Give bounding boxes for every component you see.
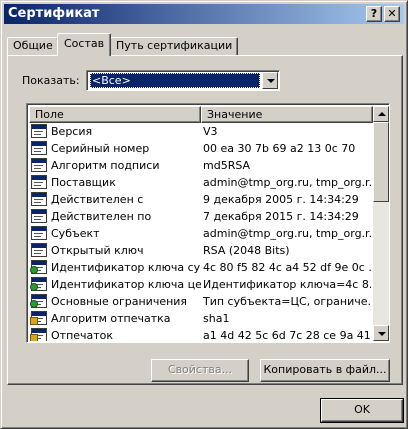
field-name: Алгоритм подписи bbox=[51, 159, 160, 172]
list-item[interactable]: Алгоритм подписи md5RSA bbox=[29, 157, 373, 174]
scroll-up-button[interactable] bbox=[373, 106, 389, 122]
scroll-down-button[interactable] bbox=[373, 325, 389, 341]
list-item[interactable]: Алгоритм отпечатка sha1 bbox=[29, 310, 373, 327]
extension-icon bbox=[30, 260, 47, 274]
field-name: Основные ограничения bbox=[51, 295, 188, 308]
field-name: Действителен по bbox=[51, 210, 152, 223]
copy-to-file-button[interactable]: Копировать в файл... bbox=[260, 359, 390, 382]
ok-button[interactable]: OK bbox=[320, 398, 404, 423]
field-name: Идентификатор ключа су... bbox=[51, 261, 201, 274]
list-rows: Версия V3 Серийный номер 00 ea 30 7b 69 a2 … bbox=[29, 123, 373, 341]
field-icon bbox=[31, 192, 47, 206]
field-value: RSA (2048 Bits) bbox=[203, 244, 290, 257]
title-bar: Сертификат ? ✕ bbox=[4, 4, 404, 24]
tab-details[interactable]: Состав bbox=[57, 33, 112, 56]
field-value: Идентификатор ключа=4c 8... bbox=[203, 278, 371, 291]
help-button[interactable]: ? bbox=[366, 6, 382, 22]
arrow-up-icon bbox=[378, 112, 386, 116]
field-icon bbox=[31, 175, 47, 189]
vertical-scrollbar[interactable] bbox=[373, 106, 389, 341]
field-value: sha1 bbox=[203, 312, 230, 325]
property-icon bbox=[30, 328, 47, 341]
field-icon bbox=[31, 243, 47, 257]
field-value: 7 декабря 2015 г. 14:34:29 bbox=[203, 210, 359, 223]
field-value: admin@tmp_org.ru, tmp_org.r... bbox=[203, 227, 371, 240]
field-icon bbox=[31, 209, 47, 223]
field-name: Субъект bbox=[51, 227, 100, 240]
dropdown-button[interactable] bbox=[262, 72, 278, 89]
list-item[interactable]: Идентификатор ключа це... Идентификатор к… bbox=[29, 276, 373, 293]
scroll-thumb[interactable] bbox=[373, 122, 389, 202]
tab-certification-path[interactable]: Путь сертификации bbox=[110, 37, 239, 55]
show-dropdown-value[interactable]: <Все> bbox=[90, 73, 260, 88]
list-item[interactable]: Действителен по 7 декабря 2015 г. 14:34:2… bbox=[29, 208, 373, 225]
field-name: Версия bbox=[51, 125, 93, 138]
list-header: Поле Значение bbox=[29, 106, 373, 123]
field-value: 4c 80 f5 82 4c a4 52 df 9e 0c ... bbox=[203, 261, 371, 274]
window-title: Сертификат bbox=[8, 6, 100, 21]
field-value: md5RSA bbox=[203, 159, 251, 172]
list-item[interactable]: Отпечаток a1 4d 42 5c 6d 7c 28 ce 9a 41 .… bbox=[29, 327, 373, 341]
field-icon bbox=[31, 124, 47, 138]
field-value: admin@tmp_org.ru, tmp_org.r... bbox=[203, 176, 371, 189]
field-value: a1 4d 42 5c 6d 7c 28 ce 9a 41 ... bbox=[203, 329, 371, 341]
field-name: Действителен с bbox=[51, 193, 144, 206]
chevron-down-icon bbox=[267, 79, 275, 83]
list-item[interactable]: Версия V3 bbox=[29, 123, 373, 140]
arrow-down-icon bbox=[378, 332, 386, 336]
field-value: 9 декабря 2005 г. 14:34:29 bbox=[203, 193, 359, 206]
list-item[interactable]: Идентификатор ключа су... 4c 80 f5 82 4c … bbox=[29, 259, 373, 276]
field-icon bbox=[31, 158, 47, 172]
tab-general[interactable]: Общие bbox=[7, 37, 59, 55]
list-item[interactable]: Открытый ключ RSA (2048 Bits) bbox=[29, 242, 373, 259]
close-button[interactable]: ✕ bbox=[384, 6, 400, 22]
column-header-field[interactable]: Поле bbox=[29, 106, 201, 123]
field-name: Отпечаток bbox=[51, 329, 114, 341]
details-panel: Показать: <Все> Поле Значение Версия V3 Се… bbox=[7, 55, 403, 385]
field-value: 00 ea 30 7b 69 a2 13 0c 70 bbox=[203, 142, 356, 155]
column-header-value[interactable]: Значение bbox=[201, 106, 373, 123]
property-icon bbox=[30, 311, 47, 325]
extension-icon bbox=[30, 277, 47, 291]
show-dropdown[interactable]: <Все> bbox=[86, 70, 280, 91]
extension-icon bbox=[30, 294, 47, 308]
field-icon bbox=[31, 141, 47, 155]
field-name: Серийный номер bbox=[51, 142, 150, 155]
field-icon bbox=[31, 226, 47, 240]
list-item[interactable]: Действителен с 9 декабря 2005 г. 14:34:29 bbox=[29, 191, 373, 208]
list-item[interactable]: Основные ограничения Тип субъекта=ЦС, огр… bbox=[29, 293, 373, 310]
certificate-dialog: Сертификат ? ✕ Общие Состав Путь сертифи… bbox=[0, 0, 408, 429]
list-item[interactable]: Субъект admin@tmp_org.ru, tmp_org.r... bbox=[29, 225, 373, 242]
show-label: Показать: bbox=[22, 74, 80, 87]
field-value: V3 bbox=[203, 125, 218, 138]
properties-button[interactable]: Свойства... bbox=[151, 359, 249, 382]
field-value: Тип субъекта=ЦС, ограниче... bbox=[203, 295, 371, 308]
field-name: Алгоритм отпечатка bbox=[51, 312, 171, 325]
field-name: Поставщик bbox=[51, 176, 116, 189]
list-item[interactable]: Серийный номер 00 ea 30 7b 69 a2 13 0c 70 bbox=[29, 140, 373, 157]
field-name: Идентификатор ключа це... bbox=[51, 278, 201, 291]
list-item[interactable]: Поставщик admin@tmp_org.ru, tmp_org.r... bbox=[29, 174, 373, 191]
field-name: Открытый ключ bbox=[51, 244, 144, 257]
fields-list[interactable]: Поле Значение Версия V3 Серийный номер 00 e… bbox=[26, 103, 390, 343]
